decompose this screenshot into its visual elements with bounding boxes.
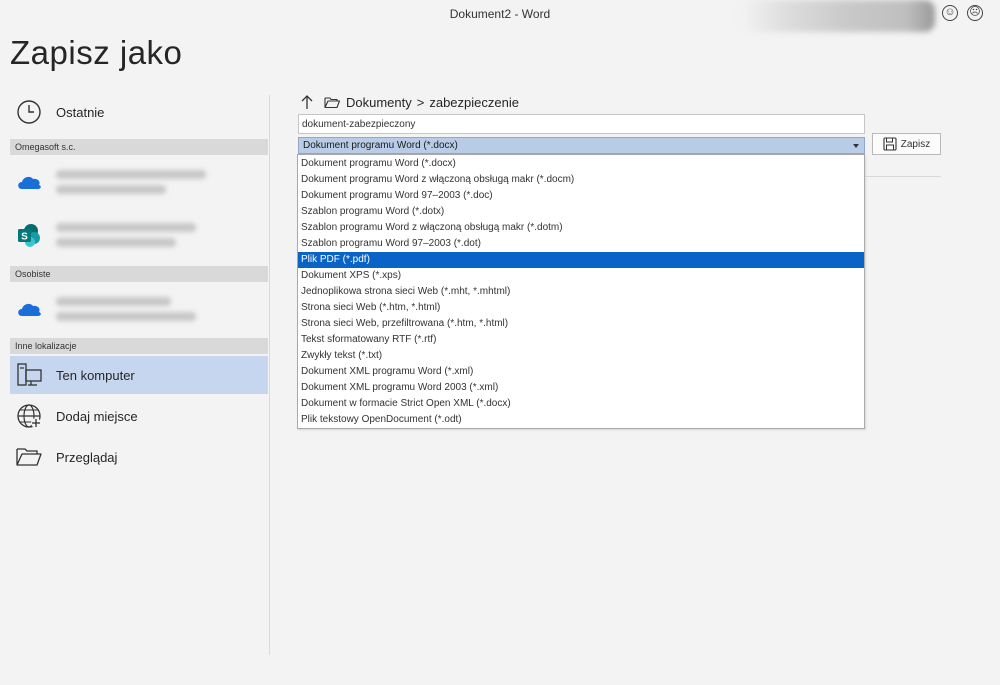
nav-browse-label: Przeglądaj xyxy=(56,449,118,465)
filetype-select[interactable]: Dokument programu Word (*.docx) xyxy=(298,137,865,154)
onedrive-icon xyxy=(10,300,48,318)
pane-divider xyxy=(269,95,270,655)
breadcrumb-root[interactable]: Dokumenty xyxy=(346,95,412,110)
filetype-option[interactable]: Dokument programu Word (*.docx) xyxy=(298,156,864,172)
up-arrow-icon[interactable] xyxy=(300,94,314,110)
filetype-option[interactable]: Strona sieci Web, przefiltrowana (*.htm,… xyxy=(298,316,864,332)
computer-icon xyxy=(10,356,48,394)
filetype-option[interactable]: Zwykły tekst (*.txt) xyxy=(298,348,864,364)
filetype-dropdown-list[interactable]: Dokument programu Word (*.docx) Dokument … xyxy=(297,154,865,429)
save-button[interactable]: Zapisz xyxy=(872,133,941,155)
filetype-option[interactable]: Szablon programu Word (*.dotx) xyxy=(298,204,864,220)
filetype-option[interactable]: Dokument w formacie Strict Open XML (*.d… xyxy=(298,396,864,412)
filetype-option[interactable]: Jednoplikowa strona sieci Web (*.mht, *.… xyxy=(298,284,864,300)
section-header-personal: Osobiste xyxy=(10,266,268,282)
filetype-option[interactable]: Dokument XML programu Word 2003 (*.xml) xyxy=(298,380,864,396)
filename-input[interactable] xyxy=(298,114,865,134)
section-header-other-locations: Inne lokalizacje xyxy=(10,338,268,354)
filetype-option[interactable]: Szablon programu Word 97–2003 (*.dot) xyxy=(298,236,864,252)
breadcrumb-separator: > xyxy=(416,94,425,110)
nav-add-place-label: Dodaj miejsce xyxy=(56,408,138,424)
blurred-location-text xyxy=(56,164,206,200)
breadcrumb: Dokumenty > zabezpieczenie xyxy=(300,92,519,112)
filetype-selected-value: Dokument programu Word (*.docx) xyxy=(303,140,458,151)
filetype-option[interactable]: Dokument programu Word z włączoną obsług… xyxy=(298,172,864,188)
sharepoint-location[interactable]: S xyxy=(10,210,268,260)
nav-browse[interactable]: Przeglądaj xyxy=(10,438,268,476)
breadcrumb-current-folder[interactable]: zabezpieczenie xyxy=(429,95,519,110)
clock-icon xyxy=(10,93,48,131)
blurred-location-text xyxy=(56,291,196,327)
filetype-option[interactable]: Dokument programu Word 97–2003 (*.doc) xyxy=(298,188,864,204)
filetype-option[interactable]: Szablon programu Word z włączoną obsługą… xyxy=(298,220,864,236)
section-header-omegasoft: Omegasoft s.c. xyxy=(10,139,268,155)
nav-this-pc-label: Ten komputer xyxy=(56,367,135,383)
save-disk-icon xyxy=(883,137,897,151)
frown-icon[interactable]: ☹ xyxy=(967,5,983,21)
filetype-option[interactable]: Dokument XML programu Word (*.xml) xyxy=(298,364,864,380)
save-button-label: Zapisz xyxy=(900,138,931,150)
account-area-blurred[interactable] xyxy=(740,0,935,32)
smile-icon[interactable]: ☺ xyxy=(942,5,958,21)
nav-recent-label: Ostatnie xyxy=(56,104,105,120)
svg-text:S: S xyxy=(21,232,28,243)
filetype-option[interactable]: Tekst sformatowany RTF (*.rtf) xyxy=(298,332,864,348)
blurred-location-text xyxy=(56,217,196,253)
nav-add-place[interactable]: Dodaj miejsce xyxy=(10,397,268,435)
nav-recent[interactable]: Ostatnie xyxy=(10,93,268,131)
separator-line xyxy=(866,176,941,177)
title-bar: Dokument2 - Word ☺ ☹ xyxy=(0,0,1000,32)
globe-icon xyxy=(10,397,48,435)
nav-this-pc[interactable]: Ten komputer xyxy=(10,356,268,394)
folder-open-icon xyxy=(10,438,48,476)
onedrive-icon xyxy=(10,173,48,191)
page-title: Zapisz jako xyxy=(10,34,183,71)
filetype-option[interactable]: Plik tekstowy OpenDocument (*.odt) xyxy=(298,412,864,428)
onedrive-personal-location[interactable] xyxy=(10,284,268,334)
filetype-option[interactable]: Strona sieci Web (*.htm, *.html) xyxy=(298,300,864,316)
folder-icon xyxy=(324,96,340,109)
filetype-option[interactable]: Dokument XPS (*.xps) xyxy=(298,268,864,284)
sharepoint-icon: S xyxy=(10,222,48,248)
chevron-down-icon xyxy=(853,144,859,148)
filetype-option[interactable]: Plik PDF (*.pdf) xyxy=(298,252,864,268)
onedrive-business-location[interactable] xyxy=(10,157,268,207)
